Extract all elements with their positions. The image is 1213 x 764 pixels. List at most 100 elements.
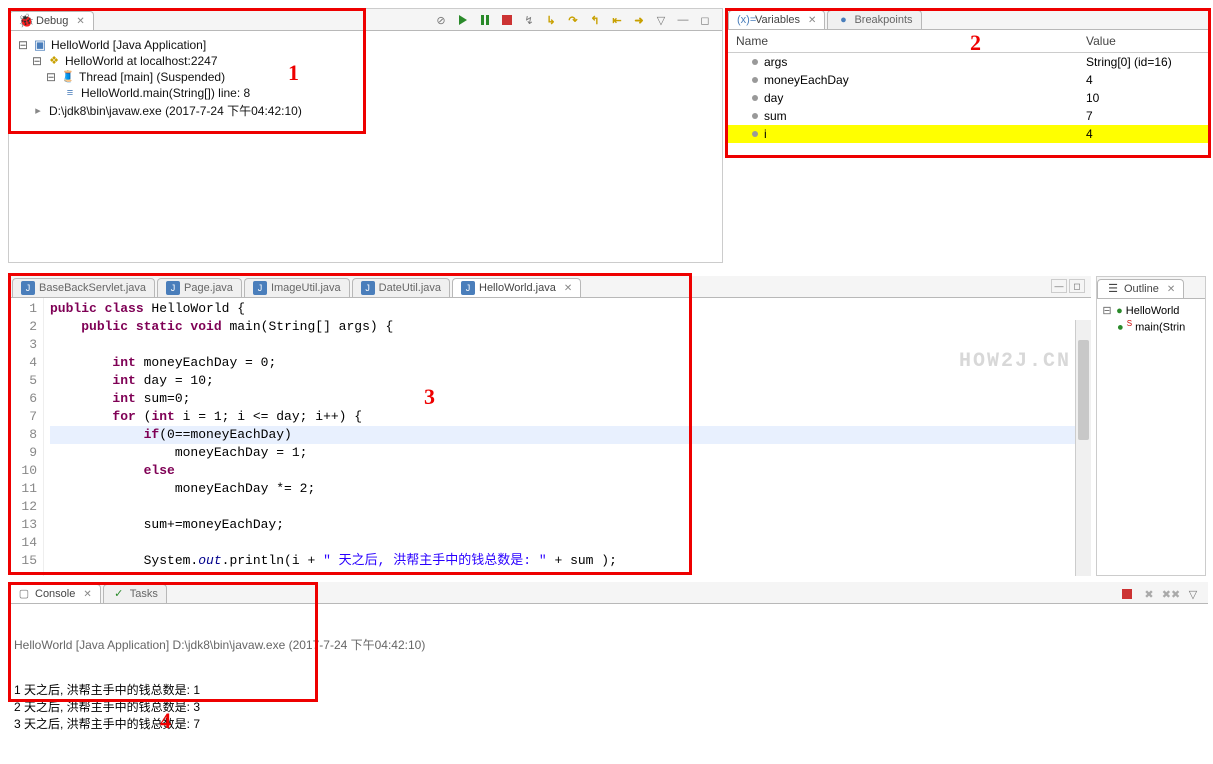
resume-button[interactable] xyxy=(454,11,472,29)
editor-tab-label: BaseBackServlet.java xyxy=(39,282,146,294)
minimize-button[interactable]: — xyxy=(674,11,692,29)
code-line[interactable]: if(0==moneyEachDay) xyxy=(50,426,1091,444)
variables-view: (x)= Variables ✕ ● Breakpoints Name Valu… xyxy=(728,8,1208,263)
editor-tab-label: DateUtil.java xyxy=(379,282,441,294)
step-over-button[interactable]: ↷ xyxy=(564,11,582,29)
annotation-number-4: 4 xyxy=(160,708,171,734)
var-value: 4 xyxy=(1078,71,1208,89)
editor-tab[interactable]: JDateUtil.java xyxy=(352,278,450,297)
var-icon xyxy=(752,59,758,65)
code-line[interactable] xyxy=(50,498,1091,516)
outline-class-row[interactable]: ⊟ ● HelloWorld xyxy=(1101,303,1201,318)
tree-row-process[interactable]: ▸ D:\jdk8\bin\javaw.exe (2017-7-24 下午04:… xyxy=(17,101,714,120)
close-icon[interactable]: ✕ xyxy=(1167,284,1175,295)
collapse-icon[interactable]: ⊟ xyxy=(17,38,29,52)
editor-tab[interactable]: JBaseBackServlet.java xyxy=(12,278,155,297)
outline-tabbar: ☰ Outline ✕ xyxy=(1097,277,1205,299)
collapse-icon[interactable]: ⊟ xyxy=(45,70,57,84)
view-menu-button[interactable]: ▽ xyxy=(652,11,670,29)
annotation-number-2: 2 xyxy=(970,30,981,56)
annotation-number-1: 1 xyxy=(288,60,299,86)
variables-body: argsString[0] (id=16)moneyEachDay4day10s… xyxy=(728,53,1208,143)
code-line[interactable]: int day = 10; xyxy=(50,372,1091,390)
outline-tab-label: Outline xyxy=(1124,283,1159,295)
code-line[interactable] xyxy=(50,336,1091,354)
tree-row-app[interactable]: ⊟ ▣ HelloWorld [Java Application] xyxy=(17,37,714,53)
collapse-icon[interactable]: ⊟ xyxy=(31,54,43,68)
editor-tab[interactable]: JImageUtil.java xyxy=(244,278,350,297)
breakpoints-tab-label: Breakpoints xyxy=(854,14,912,26)
java-file-icon: J xyxy=(166,281,180,295)
var-value: 4 xyxy=(1078,125,1208,143)
code-line[interactable]: for (int i = 1; i <= day; i++) { xyxy=(50,408,1091,426)
col-value-header[interactable]: Value xyxy=(1078,30,1208,52)
collapse-icon[interactable]: ⊟ xyxy=(1101,304,1113,317)
variable-row[interactable]: i4 xyxy=(728,125,1208,143)
remove-launch-button[interactable]: ✖ xyxy=(1140,585,1158,603)
editor-tab-label: ImageUtil.java xyxy=(271,282,341,294)
terminate-button[interactable] xyxy=(1118,585,1136,603)
variable-row[interactable]: argsString[0] (id=16) xyxy=(728,53,1208,71)
close-icon[interactable]: ✕ xyxy=(564,283,572,294)
var-name: moneyEachDay xyxy=(764,73,849,87)
disconnect-button[interactable]: ↯ xyxy=(520,11,538,29)
var-value: 7 xyxy=(1078,107,1208,125)
step-filters-button[interactable]: ➜ xyxy=(630,11,648,29)
scroll-thumb[interactable] xyxy=(1078,340,1089,440)
stack-frame-icon: ≡ xyxy=(63,86,77,100)
outline-method-row[interactable]: ● S main(Strin xyxy=(1101,318,1201,335)
code-line[interactable]: System.out.println(i + " 天之后, 洪帮主手中的钱总数是… xyxy=(50,552,1091,570)
console-header: HelloWorld [Java Application] D:\jdk8\bi… xyxy=(14,636,1202,653)
console-body[interactable]: HelloWorld [Java Application] D:\jdk8\bi… xyxy=(8,604,1208,764)
close-icon[interactable]: ✕ xyxy=(83,589,91,600)
maximize-button[interactable]: ◻ xyxy=(696,11,714,29)
col-name-header[interactable]: Name xyxy=(728,30,1078,52)
outline-method-label: main(Strin xyxy=(1135,322,1185,334)
tree-row-frame[interactable]: ≡ HelloWorld.main(String[]) line: 8 xyxy=(17,85,714,101)
var-name: i xyxy=(764,127,767,141)
code-line[interactable]: moneyEachDay *= 2; xyxy=(50,480,1091,498)
editor-tab-label: HelloWorld.java xyxy=(479,282,556,294)
editor-tab-label: Page.java xyxy=(184,282,233,294)
console-menu-button[interactable]: ▽ xyxy=(1184,585,1202,603)
step-into-button[interactable]: ↳ xyxy=(542,11,560,29)
suspend-button[interactable] xyxy=(476,11,494,29)
variables-tabbar: (x)= Variables ✕ ● Breakpoints xyxy=(728,8,1208,30)
step-return-button[interactable]: ↰ xyxy=(586,11,604,29)
code-line[interactable]: int sum=0; xyxy=(50,390,1091,408)
outline-tab[interactable]: ☰ Outline ✕ xyxy=(1097,279,1184,298)
tree-row-thread[interactable]: ⊟ 🧵 Thread [main] (Suspended) xyxy=(17,69,714,85)
vertical-scrollbar[interactable] xyxy=(1075,320,1091,576)
code-line[interactable]: public static void main(String[] args) { xyxy=(50,318,1091,336)
skip-breakpoints-button[interactable]: ⊘ xyxy=(432,11,450,29)
drop-frame-button[interactable]: ⇤ xyxy=(608,11,626,29)
close-icon[interactable]: ✕ xyxy=(808,15,816,26)
minimize-button[interactable]: — xyxy=(1051,279,1067,293)
var-icon xyxy=(752,113,758,119)
tree-label: D:\jdk8\bin\javaw.exe (2017-7-24 下午04:42… xyxy=(49,102,302,119)
variable-row[interactable]: sum7 xyxy=(728,107,1208,125)
console-tab[interactable]: ▢ Console ✕ xyxy=(8,584,101,603)
maximize-button[interactable]: ◻ xyxy=(1069,279,1085,293)
close-icon[interactable]: ✕ xyxy=(76,16,84,27)
breakpoints-tab[interactable]: ● Breakpoints xyxy=(827,10,921,29)
editor-tab[interactable]: JHelloWorld.java✕ xyxy=(452,278,581,297)
editor-tab[interactable]: J Page.java xyxy=(157,278,242,297)
debug-tab[interactable]: 🐞 Debug ✕ xyxy=(9,11,94,30)
code-line[interactable]: else xyxy=(50,462,1091,480)
variables-tab[interactable]: (x)= Variables ✕ xyxy=(728,10,825,29)
tree-row-target[interactable]: ⊟ ❖ HelloWorld at localhost:2247 xyxy=(17,53,714,69)
code-line[interactable]: moneyEachDay = 1; xyxy=(50,444,1091,462)
var-name: day xyxy=(764,91,783,105)
code-line[interactable]: public class HelloWorld { xyxy=(50,300,1091,318)
terminate-button[interactable] xyxy=(498,11,516,29)
code-content[interactable]: HOW2J.CN public class HelloWorld { publi… xyxy=(44,298,1091,576)
code-line[interactable]: sum+=moneyEachDay; xyxy=(50,516,1091,534)
console-icon: ▢ xyxy=(17,587,31,601)
variable-row[interactable]: moneyEachDay 4 xyxy=(728,71,1208,89)
code-line[interactable] xyxy=(50,534,1091,552)
tasks-tab[interactable]: ✓ Tasks xyxy=(103,584,167,603)
code-line[interactable]: int moneyEachDay = 0; xyxy=(50,354,1091,372)
remove-all-button[interactable]: ✖✖ xyxy=(1162,585,1180,603)
variable-row[interactable]: day10 xyxy=(728,89,1208,107)
